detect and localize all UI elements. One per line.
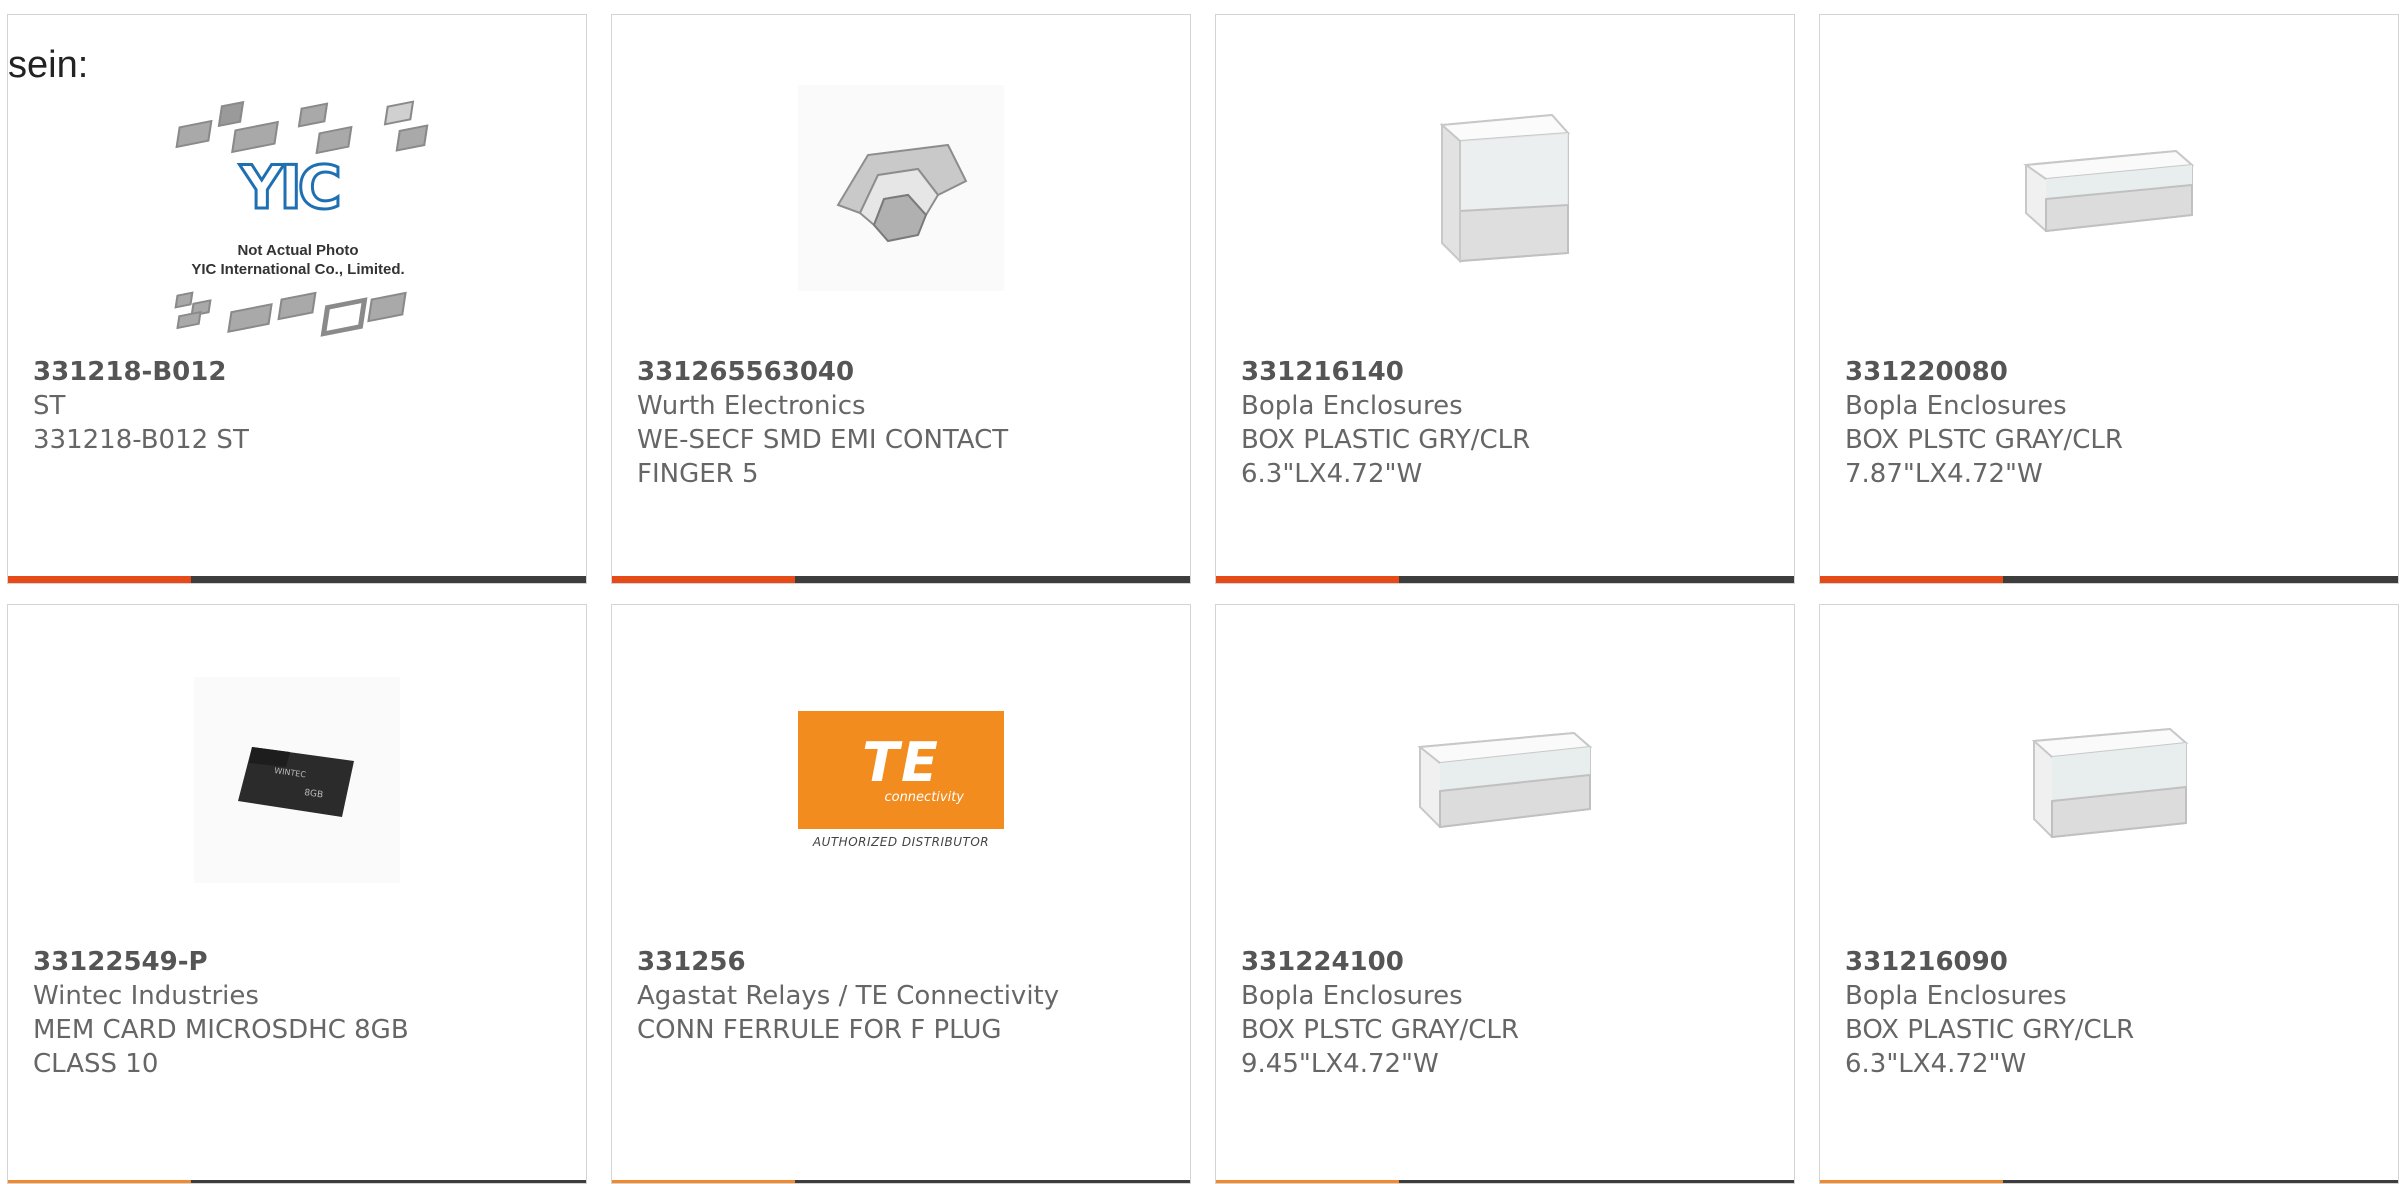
product-info: 331220080 Bopla Enclosures BOX PLSTC GRA… bbox=[1845, 355, 2373, 491]
product-image[interactable] bbox=[1402, 85, 1608, 291]
te-logo: TE connectivity bbox=[798, 711, 1004, 829]
yic-logo: YIC bbox=[239, 152, 344, 225]
yic-placeholder-image: YIC Not Actual Photo YIC International C… bbox=[158, 95, 438, 337]
card-bottom-bar bbox=[1216, 1180, 1794, 1183]
product-grid: sein: YIC Not Actual Photo YIC Internati… bbox=[0, 0, 2400, 1184]
description: BOX PLASTIC GRY/CLR 6.3"LX4.72"W bbox=[1241, 425, 1531, 489]
product-card[interactable]: 331265563040 Wurth Electronics WE-SECF S… bbox=[611, 14, 1191, 584]
contact-finger-image bbox=[798, 85, 1004, 291]
part-number[interactable]: 331216090 bbox=[1845, 945, 2373, 979]
description: BOX PLSTC GRAY/CLR 7.87"LX4.72"W bbox=[1845, 425, 2123, 489]
card-bottom-bar bbox=[612, 1180, 1190, 1183]
product-card[interactable]: 331216090 Bopla Enclosures BOX PLASTIC G… bbox=[1819, 604, 2399, 1184]
part-number[interactable]: 331216140 bbox=[1241, 355, 1769, 389]
manufacturer: Bopla Enclosures bbox=[1241, 981, 1463, 1011]
te-authorized-label: AUTHORIZED DISTRIBUTOR bbox=[812, 835, 990, 849]
manufacturer: Bopla Enclosures bbox=[1845, 981, 2067, 1011]
enclosure-image bbox=[1402, 85, 1608, 291]
product-info: 331256 Agastat Relays / TE Connectivity … bbox=[637, 945, 1165, 1047]
manufacturer: ST bbox=[33, 391, 66, 421]
description: BOX PLASTIC GRY/CLR 6.3"LX4.72"W bbox=[1845, 1015, 2135, 1079]
product-card[interactable]: 331216140 Bopla Enclosures BOX PLASTIC G… bbox=[1215, 14, 1795, 584]
enclosure-image bbox=[2006, 677, 2212, 883]
description: WE-SECF SMD EMI CONTACT FINGER 5 bbox=[637, 425, 1009, 489]
microsd-card-image: WINTEC 8GB bbox=[194, 677, 400, 883]
product-card[interactable]: YIC Not Actual Photo YIC International C… bbox=[7, 14, 587, 584]
manufacturer: Bopla Enclosures bbox=[1241, 391, 1463, 421]
part-number[interactable]: 331256 bbox=[637, 945, 1165, 979]
product-info: 331265563040 Wurth Electronics WE-SECF S… bbox=[637, 355, 1165, 491]
product-image[interactable] bbox=[798, 85, 1004, 291]
manufacturer: Bopla Enclosures bbox=[1845, 391, 2067, 421]
product-info: 331224100 Bopla Enclosures BOX PLSTC GRA… bbox=[1241, 945, 1769, 1081]
product-image[interactable] bbox=[1402, 677, 1608, 883]
card-bottom-bar bbox=[612, 576, 1190, 583]
description: 331218-B012 ST bbox=[33, 425, 249, 455]
card-bottom-bar bbox=[1820, 1180, 2398, 1183]
description: MEM CARD MICROSDHC 8GB CLASS 10 bbox=[33, 1015, 409, 1079]
card-bottom-bar bbox=[8, 576, 586, 583]
manufacturer: Wurth Electronics bbox=[637, 391, 866, 421]
product-info: 331216140 Bopla Enclosures BOX PLASTIC G… bbox=[1241, 355, 1769, 491]
card-bottom-bar bbox=[8, 1180, 586, 1183]
product-card[interactable]: WINTEC 8GB 33122549-P Wintec Industries … bbox=[7, 604, 587, 1184]
product-image[interactable] bbox=[2006, 677, 2212, 883]
product-info: 331216090 Bopla Enclosures BOX PLASTIC G… bbox=[1845, 945, 2373, 1081]
card-bottom-bar bbox=[1216, 576, 1794, 583]
card-bottom-bar bbox=[1820, 576, 2398, 583]
product-image[interactable]: YIC Not Actual Photo YIC International C… bbox=[158, 95, 438, 337]
part-number[interactable]: 331265563040 bbox=[637, 355, 1165, 389]
te-authorized-image: TE connectivity AUTHORIZED DISTRIBUTOR bbox=[798, 711, 1004, 849]
description: BOX PLSTC GRAY/CLR 9.45"LX4.72"W bbox=[1241, 1015, 1519, 1079]
part-number[interactable]: 331218-B012 bbox=[33, 355, 561, 389]
product-card[interactable]: 331224100 Bopla Enclosures BOX PLSTC GRA… bbox=[1215, 604, 1795, 1184]
enclosure-image bbox=[2006, 85, 2212, 291]
manufacturer: Wintec Industries bbox=[33, 981, 259, 1011]
product-image[interactable]: TE connectivity AUTHORIZED DISTRIBUTOR bbox=[798, 677, 1004, 883]
manufacturer: Agastat Relays / TE Connectivity bbox=[637, 981, 1060, 1011]
description: CONN FERRULE FOR F PLUG bbox=[637, 1015, 1002, 1045]
product-card[interactable]: TE connectivity AUTHORIZED DISTRIBUTOR 3… bbox=[611, 604, 1191, 1184]
intro-text: sein: bbox=[8, 44, 89, 86]
product-image[interactable] bbox=[2006, 85, 2212, 291]
yic-caption: Not Actual Photo YIC International Co., … bbox=[191, 242, 405, 278]
product-card[interactable]: 331220080 Bopla Enclosures BOX PLSTC GRA… bbox=[1819, 14, 2399, 584]
product-info: 331218-B012 ST 331218-B012 ST bbox=[33, 355, 561, 457]
part-number[interactable]: 331224100 bbox=[1241, 945, 1769, 979]
product-image[interactable]: WINTEC 8GB bbox=[194, 677, 400, 883]
part-number[interactable]: 331220080 bbox=[1845, 355, 2373, 389]
enclosure-image bbox=[1402, 677, 1608, 883]
part-number[interactable]: 33122549-P bbox=[33, 945, 561, 979]
product-info: 33122549-P Wintec Industries MEM CARD MI… bbox=[33, 945, 561, 1081]
